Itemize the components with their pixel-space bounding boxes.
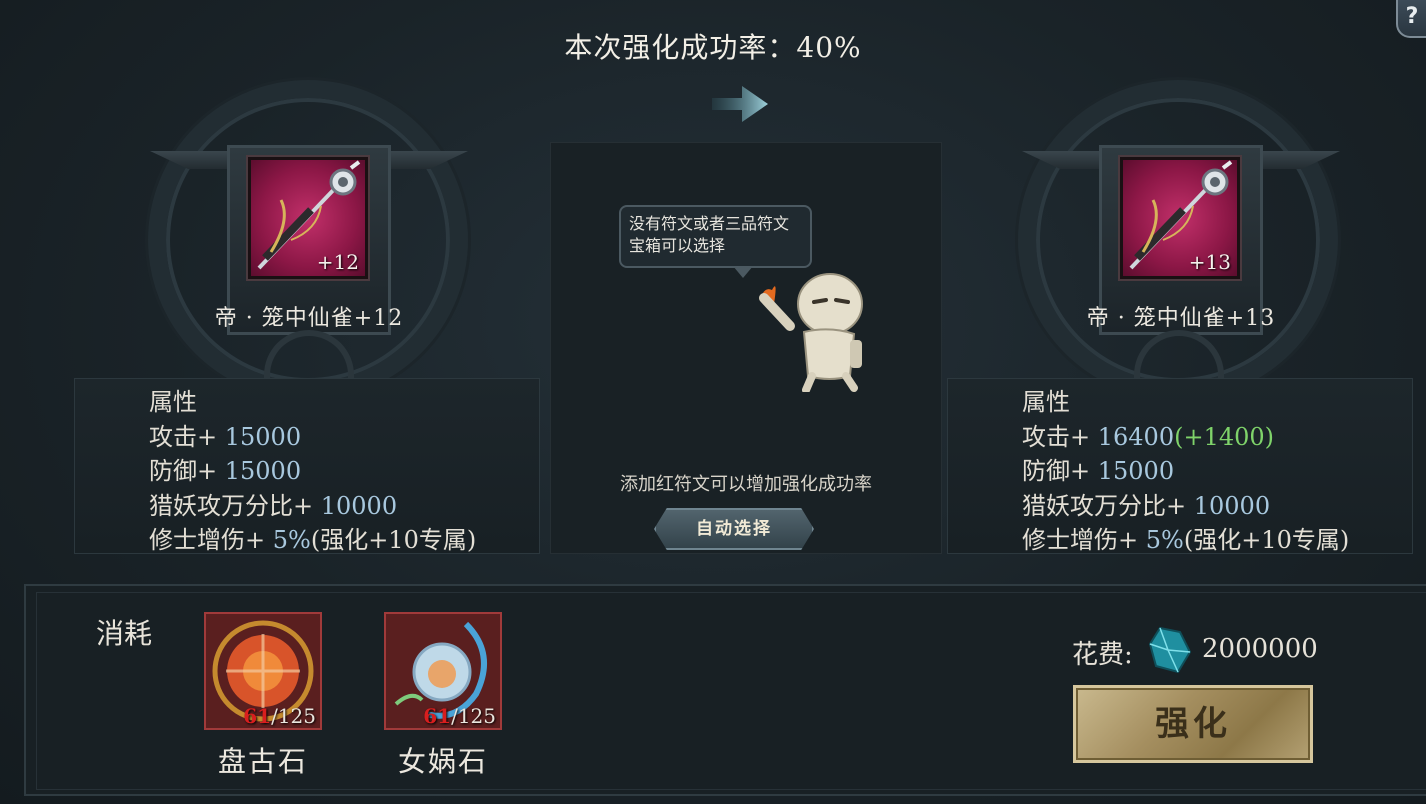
cost-label: 消耗 xyxy=(96,617,153,650)
material-have-count: 61 xyxy=(243,704,272,728)
stat-cultivator-dmg: 修士增伤+ 5%(强化+10专属) xyxy=(149,526,477,554)
red-rune-hint: 添加红符文可以增加强化成功率 xyxy=(620,474,872,495)
stats-title: 属性 xyxy=(149,388,197,416)
item-level-badge: +12 xyxy=(316,250,359,274)
stat-cultivator-dmg: 修士增伤+ 5%(强化+10专属) xyxy=(1022,526,1350,554)
current-stats-panel: 属性 攻击+ 15000 防御+ 15000 猎妖攻万分比+ 10000 修士增… xyxy=(74,378,540,554)
auto-select-button[interactable]: 自动选择 xyxy=(654,508,814,550)
next-stats-panel: 属性 攻击+ 16400(+1400) 防御+ 15000 猎妖攻万分比+ 10… xyxy=(947,378,1413,554)
current-item-name: 帝 · 笼中仙雀+12 xyxy=(214,306,404,331)
enhance-button[interactable]: 强化 xyxy=(1073,685,1313,763)
success-rate-title: 本次强化成功率：40% xyxy=(564,31,862,64)
stats-title: 属性 xyxy=(1022,388,1070,416)
jade-crystal-icon xyxy=(1148,626,1192,674)
stat-demon-hunt: 猎妖攻万分比+ 10000 xyxy=(1022,491,1271,520)
stat-demon-hunt: 猎妖攻万分比+ 10000 xyxy=(149,491,398,520)
rune-speech-bubble: 没有符文或者三品符文宝箱可以选择 xyxy=(619,205,812,268)
nvwa-stone-slot[interactable]: 61/125 xyxy=(384,612,502,730)
pangu-stone-name: 盘古石 xyxy=(217,745,308,778)
material-have-count: 61 xyxy=(423,704,452,728)
nvwa-stone-name: 女娲石 xyxy=(397,745,488,778)
fee-label: 花费: xyxy=(1072,640,1133,670)
stat-defense: 防御+ 15000 xyxy=(149,457,302,485)
fee-value: 2000000 xyxy=(1202,634,1318,664)
stat-defense: 防御+ 15000 xyxy=(1022,457,1175,485)
next-item-name: 帝 · 笼中仙雀+13 xyxy=(1086,306,1276,331)
pangu-stone-slot[interactable]: 61/125 xyxy=(204,612,322,730)
item-level-badge: +13 xyxy=(1188,250,1231,274)
mascot-icon xyxy=(759,273,863,392)
next-item-slot[interactable]: +13 xyxy=(1120,157,1240,279)
right-arrow-icon xyxy=(712,86,768,122)
stat-attack: 攻击+ 16400(+1400) xyxy=(1022,422,1275,451)
stat-bonus: (+1400) xyxy=(1174,422,1275,451)
stat-attack: 攻击+ 15000 xyxy=(149,422,302,451)
current-item-slot[interactable]: +12 xyxy=(248,157,368,279)
